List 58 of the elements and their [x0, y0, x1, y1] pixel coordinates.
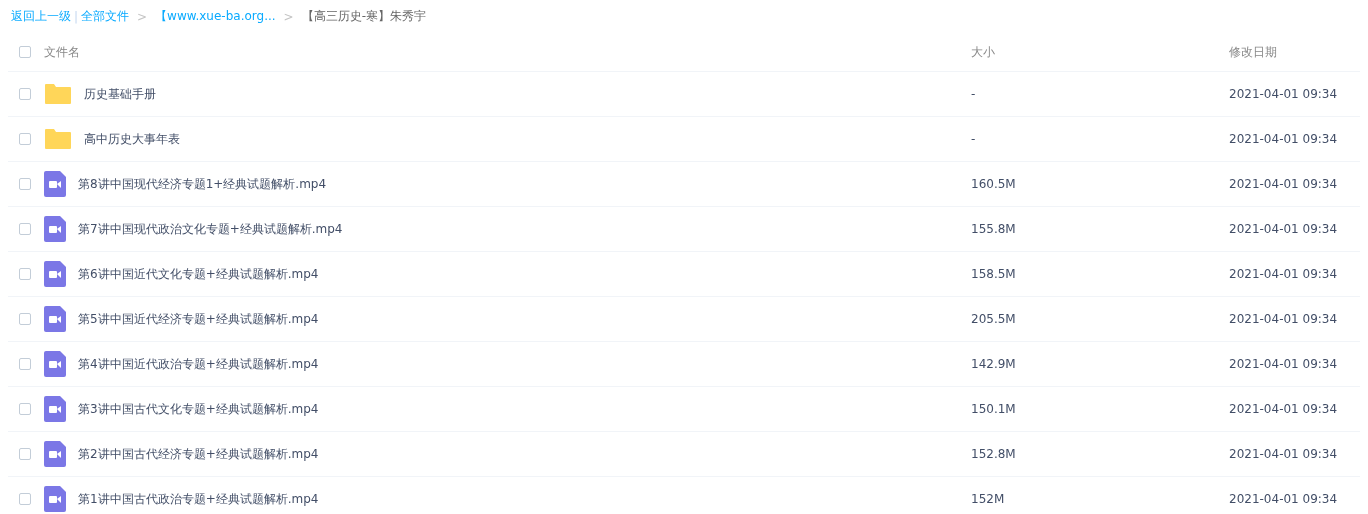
- modified-date: 2021-04-01 09:34: [1229, 402, 1339, 416]
- modified-date: 2021-04-01 09:34: [1229, 222, 1339, 236]
- video-file-icon: [44, 261, 66, 287]
- row-checkbox[interactable]: [19, 133, 31, 145]
- breadcrumb-separator: >: [283, 9, 294, 24]
- row-checkbox[interactable]: [19, 313, 31, 325]
- select-all-checkbox[interactable]: [19, 46, 31, 58]
- modified-date: 2021-04-01 09:34: [1229, 447, 1339, 461]
- file-name[interactable]: 第2讲中国古代经济专题+经典试题解析.mp4: [78, 447, 319, 461]
- file-name[interactable]: 第7讲中国现代政治文化专题+经典试题解析.mp4: [78, 222, 343, 236]
- file-size: 160.5M: [971, 177, 1017, 191]
- row-checkbox[interactable]: [19, 268, 31, 280]
- modified-date: 2021-04-01 09:34: [1229, 177, 1339, 191]
- file-name[interactable]: 第1讲中国古代政治专题+经典试题解析.mp4: [78, 492, 319, 506]
- row-checkbox[interactable]: [19, 493, 31, 505]
- row-checkbox[interactable]: [19, 403, 31, 415]
- row-checkbox[interactable]: [19, 358, 31, 370]
- file-size: -: [971, 132, 977, 146]
- column-header: 大小: [971, 45, 996, 59]
- row-checkbox[interactable]: [19, 223, 31, 235]
- folder-icon: [44, 83, 72, 105]
- file-size: 205.5M: [971, 312, 1017, 326]
- folder-icon: [44, 128, 72, 150]
- video-file-icon: [44, 306, 66, 332]
- file-size: 158.5M: [971, 267, 1017, 281]
- video-file-icon: [44, 351, 66, 377]
- video-file-icon: [44, 441, 66, 467]
- file-size: 150.1M: [971, 402, 1017, 416]
- modified-date: 2021-04-01 09:34: [1229, 357, 1339, 371]
- video-file-icon: [44, 486, 66, 512]
- video-file-icon: [44, 171, 66, 197]
- breadcrumb-separator: >: [137, 9, 148, 24]
- modified-date: 2021-04-01 09:34: [1229, 132, 1339, 146]
- breadcrumb-current: 【高三历史-寒】朱秀宇: [301, 8, 426, 25]
- video-file-icon: [44, 216, 66, 242]
- file-name[interactable]: 第3讲中国古代文化专题+经典试题解析.mp4: [78, 402, 319, 416]
- file-name[interactable]: 高中历史大事年表: [84, 132, 180, 146]
- file-size: 142.9M: [971, 357, 1017, 371]
- modified-date: 2021-04-01 09:34: [1229, 87, 1339, 101]
- file-name[interactable]: 第6讲中国近代文化专题+经典试题解析.mp4: [78, 267, 319, 281]
- file-size: -: [971, 87, 977, 101]
- row-checkbox[interactable]: [19, 448, 31, 460]
- modified-date: 2021-04-01 09:34: [1229, 312, 1339, 326]
- file-name[interactable]: 历史基础手册: [84, 87, 156, 101]
- modified-date: 2021-04-01 09:34: [1229, 267, 1339, 281]
- file-name[interactable]: 第5讲中国近代经济专题+经典试题解析.mp4: [78, 312, 319, 326]
- file-size: 155.8M: [971, 222, 1017, 236]
- modified-date: 2021-04-01 09:34: [1229, 492, 1339, 506]
- column-header: 文件名: [44, 45, 81, 59]
- file-size: 152.8M: [971, 447, 1017, 461]
- row-checkbox[interactable]: [19, 178, 31, 190]
- file-size: 152M: [971, 492, 1006, 506]
- breadcrumb-separator: |: [74, 9, 79, 24]
- file-name[interactable]: 第8讲中国现代经济专题1+经典试题解析.mp4: [78, 177, 327, 191]
- file-name[interactable]: 第4讲中国近代政治专题+经典试题解析.mp4: [78, 357, 319, 371]
- video-file-icon: [44, 396, 66, 422]
- row-checkbox[interactable]: [19, 88, 31, 100]
- column-header: 修改日期: [1229, 45, 1278, 59]
